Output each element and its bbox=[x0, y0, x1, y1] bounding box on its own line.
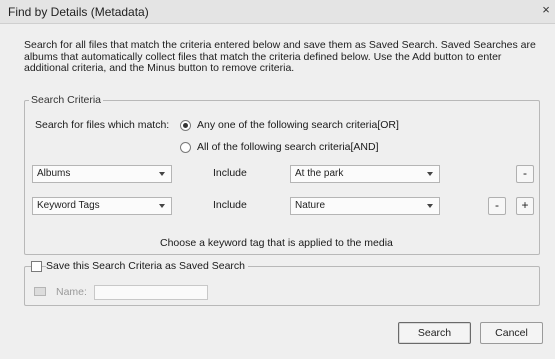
chevron-down-icon bbox=[427, 172, 433, 176]
criteria-operator: Include bbox=[213, 167, 247, 179]
radio-all-label[interactable]: All of the following search criteria[AND… bbox=[197, 141, 379, 153]
find-by-details-dialog: Find by Details (Metadata) × Search for … bbox=[0, 0, 555, 359]
radio-all[interactable] bbox=[180, 142, 191, 153]
window-title: Find by Details (Metadata) bbox=[8, 5, 149, 19]
name-label: Name: bbox=[56, 286, 87, 298]
criteria-field-select[interactable]: Keyword Tags bbox=[32, 197, 172, 215]
search-button[interactable]: Search bbox=[398, 322, 471, 344]
save-search-checkbox[interactable] bbox=[31, 261, 42, 272]
criteria-field-value: Keyword Tags bbox=[37, 200, 100, 211]
match-label: Search for files which match: bbox=[35, 119, 170, 131]
title-bar: Find by Details (Metadata) × bbox=[0, 0, 555, 24]
criteria-field-select[interactable]: Albums bbox=[32, 165, 172, 183]
saved-search-icon bbox=[34, 287, 46, 296]
add-criteria-button[interactable]: + bbox=[516, 197, 534, 215]
criteria-value-select[interactable]: Nature bbox=[290, 197, 440, 215]
criteria-value-text: At the park bbox=[295, 168, 344, 179]
chevron-down-icon bbox=[427, 204, 433, 208]
criteria-operator: Include bbox=[213, 199, 247, 211]
radio-any[interactable] bbox=[180, 120, 191, 131]
remove-criteria-button[interactable]: - bbox=[488, 197, 506, 215]
search-criteria-legend: Search Criteria bbox=[29, 94, 104, 106]
cancel-button[interactable]: Cancel bbox=[480, 322, 543, 344]
save-search-label[interactable]: Save this Search Criteria as Saved Searc… bbox=[46, 260, 249, 272]
criteria-value-select[interactable]: At the park bbox=[290, 165, 440, 183]
chevron-down-icon bbox=[159, 204, 165, 208]
radio-any-label[interactable]: Any one of the following search criteria… bbox=[197, 119, 399, 131]
description-text: Search for all files that match the crit… bbox=[24, 39, 536, 74]
hint-text: Choose a keyword tag that is applied to … bbox=[160, 237, 393, 249]
close-icon[interactable]: × bbox=[539, 2, 553, 18]
criteria-value-text: Nature bbox=[295, 200, 326, 211]
chevron-down-icon bbox=[159, 172, 165, 176]
remove-criteria-button[interactable]: - bbox=[516, 165, 534, 183]
criteria-field-value: Albums bbox=[37, 168, 71, 179]
name-input[interactable] bbox=[94, 285, 208, 300]
